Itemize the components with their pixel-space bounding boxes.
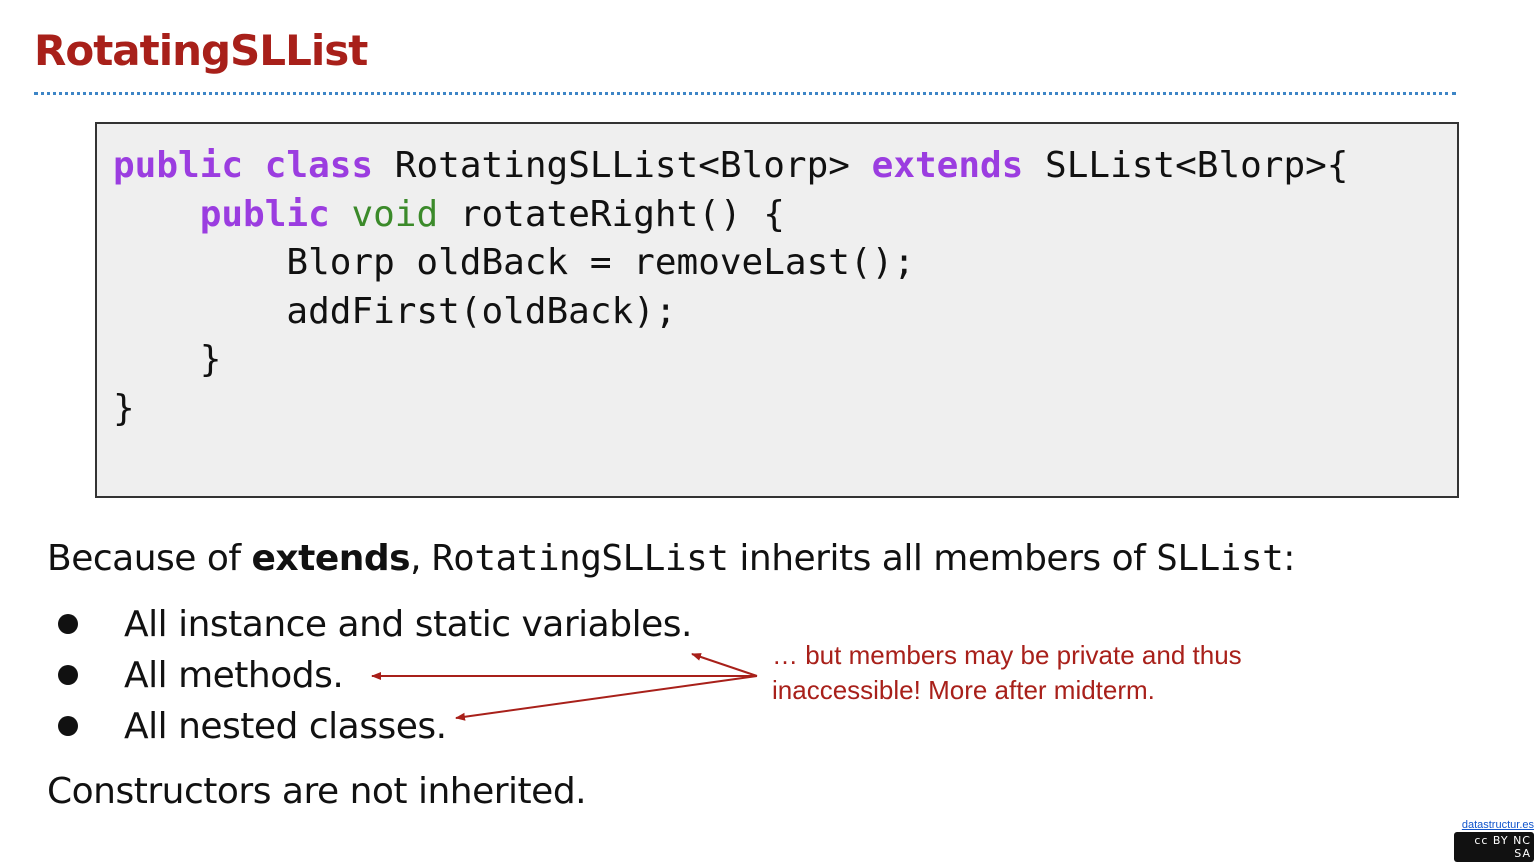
cc-license-icon: cc BY NC SA <box>1454 832 1534 862</box>
constructors-note: Constructors are not inherited. <box>47 771 587 812</box>
annotation-arrows <box>371 653 758 721</box>
annotation-note: … but members may be private and thus ina… <box>772 640 1242 705</box>
site-link[interactable]: datastructur.es <box>1454 819 1534 831</box>
arrow-to-nested-classes <box>455 675 758 721</box>
license-badge: datastructur.es cc BY NC SA <box>1454 819 1534 862</box>
arrow-to-variables <box>691 653 758 677</box>
